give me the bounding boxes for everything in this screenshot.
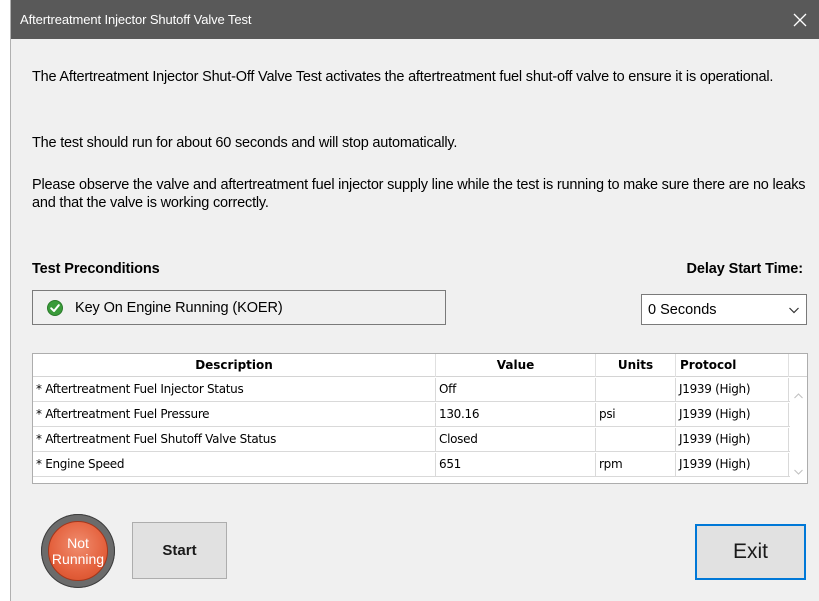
status-text-line1: Not [67,535,89,551]
cell-units: rpm [596,453,676,477]
header-units[interactable]: Units [596,354,676,377]
instruction-text-1: The Aftertreatment Injector Shut-Off Val… [32,69,774,85]
table-header: Description Value Units Protocol [33,354,807,377]
window-title: Aftertreatment Injector Shutoff Valve Te… [20,12,252,27]
table-row[interactable]: * Engine Speed 651 rpm J1939 (High) [33,453,790,477]
cell-description: * Aftertreatment Fuel Shutoff Valve Stat… [33,428,436,452]
cell-protocol: J1939 (High) [676,453,789,477]
cell-units [596,428,676,452]
cell-value: Closed [436,428,596,452]
status-text-line2: Running [51,551,105,567]
dialog-window: Aftertreatment Injector Shutoff Valve Te… [10,0,819,601]
cell-value: 651 [436,453,596,477]
exit-button[interactable]: Exit [695,524,806,580]
chevron-down-icon [789,307,799,314]
cell-value: 130.16 [436,403,596,427]
cell-units: psi [596,403,676,427]
cell-units [596,378,676,402]
cell-description: * Engine Speed [33,453,436,477]
table-scrollbar[interactable] [790,378,807,483]
check-circle-icon [47,299,63,316]
header-protocol[interactable]: Protocol [676,354,789,377]
cell-protocol: J1939 (High) [676,403,789,427]
header-description[interactable]: Description [33,354,436,377]
close-icon [793,13,807,26]
start-button[interactable]: Start [132,522,227,579]
precondition-label: Key On Engine Running (KOER) [75,299,283,316]
title-bar[interactable]: Aftertreatment Injector Shutoff Valve Te… [11,0,819,39]
scroll-down-icon[interactable] [793,468,804,476]
cell-value: Off [436,378,596,402]
table-row[interactable]: * Aftertreatment Fuel Shutoff Valve Stat… [33,428,790,452]
status-lamp: Not Running [48,521,108,581]
table-row[interactable]: * Aftertreatment Fuel Injector Status Of… [33,378,790,402]
cell-protocol: J1939 (High) [676,378,789,402]
preconditions-heading: Test Preconditions [32,261,160,277]
scroll-up-icon[interactable] [793,392,804,400]
cell-description: * Aftertreatment Fuel Pressure [33,403,436,427]
delay-start-value: 0 Seconds [648,302,717,318]
precondition-item: Key On Engine Running (KOER) [32,290,446,325]
instruction-text-2: The test should run for about 60 seconds… [32,135,458,151]
cell-protocol: J1939 (High) [676,428,789,452]
instruction-text-3: Please observe the valve and aftertreatm… [32,177,806,211]
test-status-indicator: Not Running [41,514,115,588]
header-value[interactable]: Value [436,354,596,377]
delay-start-label: Delay Start Time: [686,261,804,277]
delay-start-select[interactable]: 0 Seconds [641,294,807,325]
cell-description: * Aftertreatment Fuel Injector Status [33,378,436,402]
table-row[interactable]: * Aftertreatment Fuel Pressure 130.16 ps… [33,403,790,427]
parameter-table: Description Value Units Protocol * After… [32,353,808,484]
close-button[interactable] [780,0,819,39]
